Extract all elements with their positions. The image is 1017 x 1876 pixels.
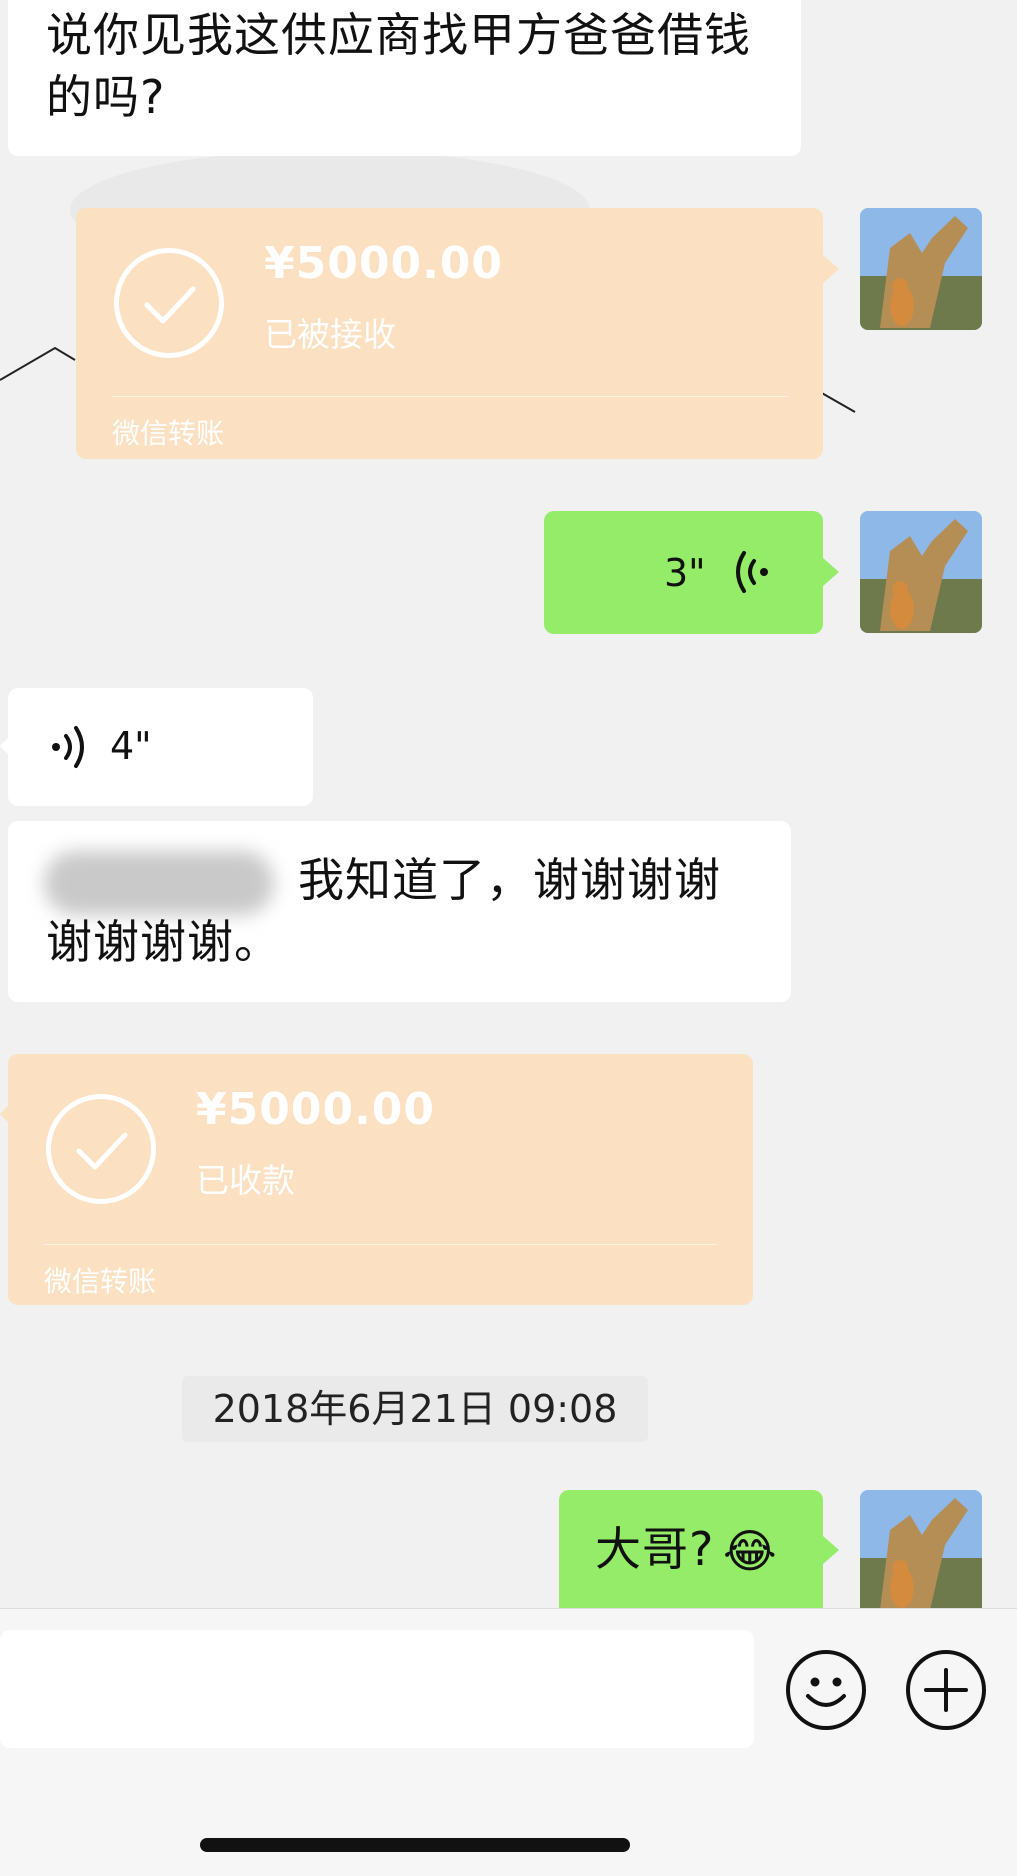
message-input[interactable] xyxy=(0,1630,754,1748)
avatar[interactable] xyxy=(860,511,982,633)
bubble-tail xyxy=(823,1536,839,1564)
outgoing-transfer-bubble[interactable]: ¥5000.00 已被接收 微信转账 xyxy=(76,208,823,459)
transfer-status: 已收款 xyxy=(196,1161,295,1200)
emoji-face-tears: 😂 xyxy=(723,1524,777,1578)
plus-circle-icon[interactable] xyxy=(906,1650,986,1730)
emoji-face-icon[interactable] xyxy=(786,1650,866,1730)
message-text: 我知道了，谢谢谢谢谢谢谢谢。 xyxy=(46,853,721,969)
bubble-tail xyxy=(823,255,839,283)
incoming-message-bubble[interactable]: 说你见我这供应商找甲方爸爸借钱的吗? xyxy=(8,0,801,156)
home-indicator[interactable] xyxy=(200,1838,630,1852)
voice-duration: 4" xyxy=(110,724,152,768)
voice-wave-icon xyxy=(52,726,84,768)
transfer-divider xyxy=(44,1244,717,1245)
incoming-voice-bubble[interactable]: 4" xyxy=(8,688,313,806)
transfer-footer: 微信转账 xyxy=(44,1265,157,1298)
message-text: 大哥? xyxy=(595,1522,715,1576)
check-circle-icon xyxy=(114,248,224,358)
voice-wave-icon xyxy=(736,551,768,593)
check-circle-icon xyxy=(46,1094,156,1204)
outgoing-message-bubble[interactable]: 大哥? 😂 xyxy=(559,1490,823,1608)
transfer-amount: ¥5000.00 xyxy=(264,238,504,289)
avatar[interactable] xyxy=(860,1490,982,1608)
transfer-amount: ¥5000.00 xyxy=(196,1084,436,1135)
transfer-footer: 微信转账 xyxy=(112,417,225,450)
voice-duration: 3" xyxy=(664,551,706,595)
bubble-tail xyxy=(823,558,839,586)
chat-timestamp: 2018年6月21日 09:08 xyxy=(182,1376,648,1442)
outgoing-voice-bubble[interactable]: 3" xyxy=(544,511,823,634)
incoming-transfer-bubble[interactable]: ¥5000.00 已收款 微信转账 xyxy=(8,1054,753,1305)
message-text: 说你见我这供应商找甲方爸爸借钱的吗? xyxy=(46,8,751,124)
avatar[interactable] xyxy=(860,208,982,330)
incoming-message-bubble[interactable]: 我知道了，谢谢谢谢谢谢谢谢。 xyxy=(8,821,791,1002)
transfer-status: 已被接收 xyxy=(264,315,396,354)
transfer-divider xyxy=(112,396,787,397)
